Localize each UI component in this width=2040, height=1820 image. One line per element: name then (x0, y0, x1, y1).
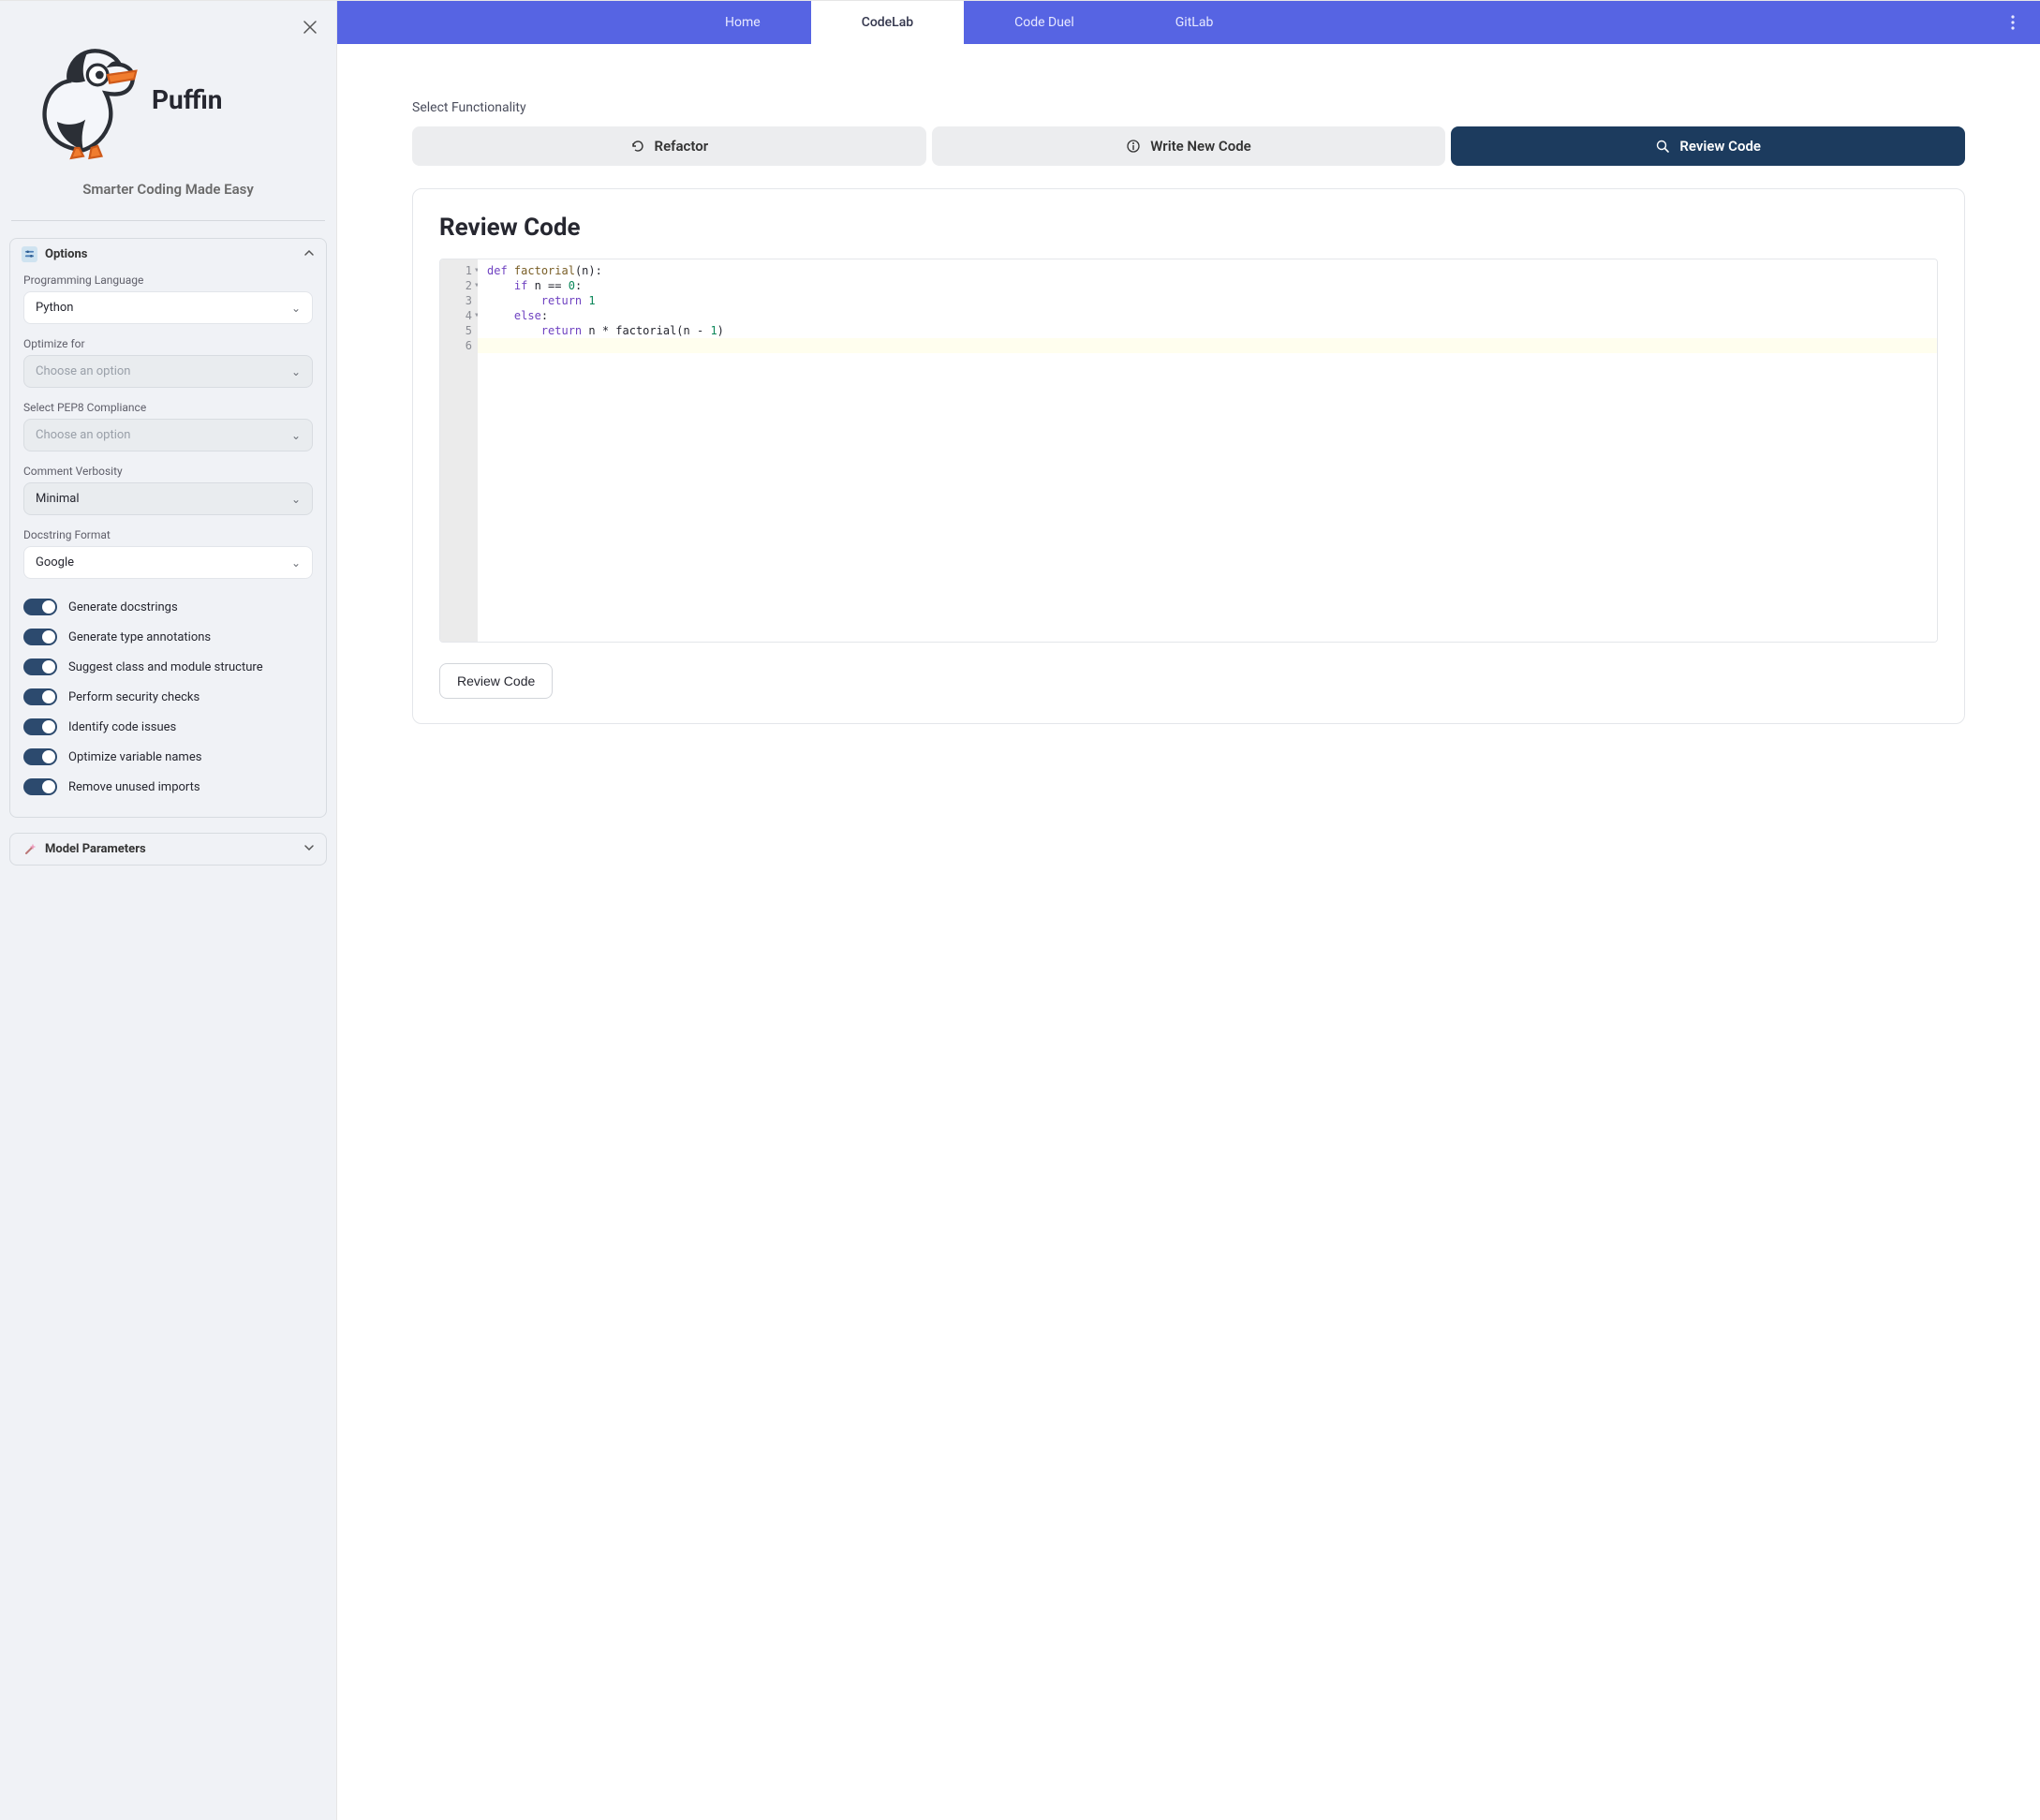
kebab-icon (2011, 15, 2015, 30)
gutter-line: 2▾ (440, 278, 472, 293)
chevron-up-icon (303, 247, 315, 262)
editor-code-area[interactable]: def factorial(n): if n == 0: return 1 el… (478, 259, 1937, 642)
info-icon (1126, 139, 1141, 154)
verbosity-select-value: Minimal (36, 492, 79, 506)
options-panel: Options Programming Language Python ⌄ Op… (9, 238, 327, 818)
code-line: return 1 (478, 293, 1937, 308)
field-label-pep8: Select PEP8 Compliance (23, 401, 313, 414)
section-label: Select Functionality (412, 100, 1965, 115)
toggle-row: Optimize variable names (23, 742, 313, 772)
segment-write-new[interactable]: Write New Code (932, 126, 1446, 166)
toggle-label: Optimize variable names (68, 750, 201, 764)
toggle-code-issues[interactable] (23, 718, 57, 735)
segment-review-code[interactable]: Review Code (1451, 126, 1965, 166)
toggle-row: Suggest class and module structure (23, 652, 313, 682)
code-line: if n == 0: (478, 278, 1937, 293)
segment-label: Refactor (655, 138, 709, 155)
gutter-line: 6 (440, 338, 472, 353)
toggle-type-annotations[interactable] (23, 629, 57, 645)
docstring-select[interactable]: Google ⌄ (23, 546, 313, 579)
gutter-line: 4▾ (440, 308, 472, 323)
field-label-verbosity: Comment Verbosity (23, 465, 313, 478)
kebab-menu-button[interactable] (1997, 1, 2029, 44)
card-title: Review Code (439, 214, 1938, 242)
close-icon (303, 21, 317, 34)
wand-icon (22, 841, 37, 857)
app-tagline: Smarter Coding Made Easy (0, 170, 336, 220)
toggle-label: Perform security checks (68, 690, 200, 704)
field-label-language: Programming Language (23, 274, 313, 287)
sidebar: Puffin Smarter Coding Made Easy Options … (0, 0, 337, 1820)
chevron-down-icon: ⌄ (291, 302, 301, 315)
options-panel-header[interactable]: Options (10, 239, 326, 270)
segment-label: Review Code (1679, 138, 1761, 155)
refresh-icon (630, 139, 645, 154)
tab-home[interactable]: Home (674, 1, 811, 44)
segment-control: Refactor Write New Code Review Code (412, 126, 1965, 166)
toggle-row: Remove unused imports (23, 772, 313, 802)
language-select-value: Python (36, 301, 73, 315)
toggle-label: Generate docstrings (68, 600, 178, 614)
gutter-line: 5 (440, 323, 472, 338)
toggle-generate-docstrings[interactable] (23, 599, 57, 615)
tab-code-duel[interactable]: Code Duel (964, 1, 1125, 44)
language-select[interactable]: Python ⌄ (23, 291, 313, 324)
optimize-select[interactable]: Choose an option ⌄ (23, 355, 313, 388)
model-parameters-panel: Model Parameters (9, 833, 327, 866)
chevron-down-icon: ⌄ (291, 493, 301, 506)
app-name: Puffin (152, 84, 222, 115)
code-line: else: (478, 308, 1937, 323)
toggle-unused-imports[interactable] (23, 778, 57, 795)
toggle-security-checks[interactable] (23, 688, 57, 705)
model-parameters-header[interactable]: Model Parameters (10, 834, 326, 865)
code-editor[interactable]: 1▾2▾34▾56 def factorial(n): if n == 0: r… (439, 259, 1938, 643)
toggle-label: Generate type annotations (68, 630, 211, 644)
chevron-down-icon (303, 842, 315, 857)
toggle-class-structure[interactable] (23, 658, 57, 675)
divider (11, 220, 325, 221)
gutter-line: 1▾ (440, 263, 472, 278)
segment-refactor[interactable]: Refactor (412, 126, 926, 166)
chevron-down-icon: ⌄ (291, 365, 301, 378)
options-panel-title: Options (45, 247, 87, 261)
model-parameters-title: Model Parameters (45, 842, 146, 856)
toggle-label: Identify code issues (68, 720, 176, 734)
toggle-label: Suggest class and module structure (68, 660, 263, 674)
sliders-icon (22, 246, 37, 262)
toggle-row: Identify code issues (23, 712, 313, 742)
search-icon (1655, 139, 1670, 154)
main: Home CodeLab Code Duel GitLab Select Fun… (337, 0, 2040, 1820)
code-line (478, 338, 1937, 353)
toggle-label: Remove unused imports (68, 780, 200, 794)
toggle-row: Generate docstrings (23, 592, 313, 622)
toggle-row: Generate type annotations (23, 622, 313, 652)
verbosity-select[interactable]: Minimal ⌄ (23, 482, 313, 515)
chevron-down-icon: ⌄ (291, 429, 301, 442)
segment-label: Write New Code (1150, 138, 1250, 155)
field-label-optimize: Optimize for (23, 337, 313, 350)
pep8-select-placeholder: Choose an option (36, 428, 130, 442)
toggle-variable-names[interactable] (23, 748, 57, 765)
topbar: Home CodeLab Code Duel GitLab (337, 1, 2040, 44)
optimize-select-placeholder: Choose an option (36, 364, 130, 378)
editor-gutter: 1▾2▾34▾56 (440, 259, 478, 642)
code-line: return n * factorial(n - 1) (478, 323, 1937, 338)
tab-gitlab[interactable]: GitLab (1125, 1, 1264, 44)
chevron-down-icon: ⌄ (291, 556, 301, 570)
pep8-select[interactable]: Choose an option ⌄ (23, 419, 313, 451)
field-label-docstring: Docstring Format (23, 528, 313, 541)
toggle-row: Perform security checks (23, 682, 313, 712)
app-logo (22, 38, 144, 160)
docstring-select-value: Google (36, 555, 74, 570)
review-code-button[interactable]: Review Code (439, 663, 553, 699)
tab-codelab[interactable]: CodeLab (811, 1, 964, 44)
review-card: Review Code 1▾2▾34▾56 def factorial(n): … (412, 188, 1965, 724)
code-line: def factorial(n): (478, 263, 1937, 278)
gutter-line: 3 (440, 293, 472, 308)
close-sidebar-button[interactable] (295, 12, 325, 42)
